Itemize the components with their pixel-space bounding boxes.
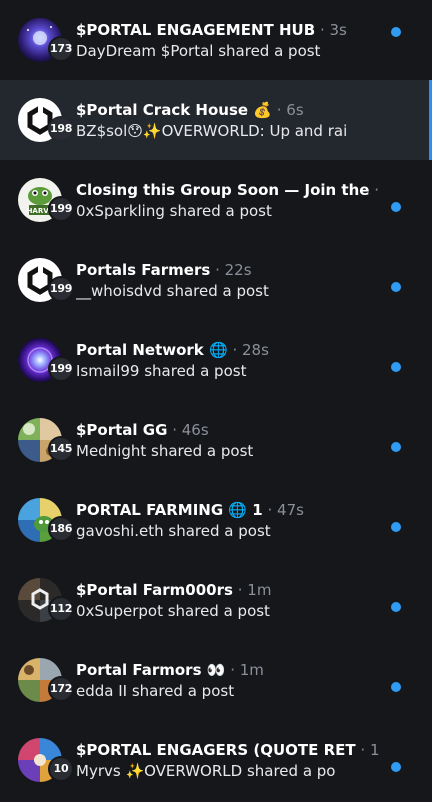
chat-row[interactable]: 172 Portal Farmors 👀 · 1m edda II shared… bbox=[0, 640, 432, 720]
chat-title: $PORTAL ENGAGEMENT HUB bbox=[76, 21, 316, 39]
timestamp: 1m bbox=[239, 661, 264, 679]
chat-title: Portal Farmors 👀 bbox=[76, 661, 226, 679]
chat-title: $Portal Crack House 💰 bbox=[76, 101, 272, 119]
timestamp: 46s bbox=[181, 421, 209, 439]
last-message: edda II shared a post bbox=[76, 682, 235, 700]
chat-row[interactable]: 198 $Portal Crack House 💰 · 6s BZ$sol😯✨O… bbox=[0, 80, 432, 160]
chat-title-line: Portals Farmers · 22s bbox=[76, 260, 380, 280]
unread-dot bbox=[391, 762, 401, 772]
chat-title-line: $Portal Crack House 💰 · 6s bbox=[76, 100, 380, 120]
separator: · bbox=[237, 581, 248, 599]
last-message: BZ$sol😯✨OVERWORLD: Up and rai bbox=[76, 122, 348, 140]
unread-dot bbox=[391, 602, 401, 612]
member-count-badge: 199 bbox=[48, 276, 74, 302]
timestamp: 6s bbox=[286, 101, 304, 119]
chat-title-line: PORTAL FARMING 🌐 1 · 47s bbox=[76, 500, 380, 520]
separator: · bbox=[172, 421, 182, 439]
timestamp: 28s bbox=[242, 341, 269, 359]
chat-title-line: Closing this Group Soon — Join the · 6s bbox=[76, 180, 380, 200]
separator: · bbox=[374, 181, 380, 199]
unread-dot bbox=[391, 442, 401, 452]
member-count-badge: 199 bbox=[48, 196, 74, 222]
group-chat-list: 173 $PORTAL ENGAGEMENT HUB · 3s DayDream… bbox=[0, 0, 432, 802]
chat-title-line: Portal Network 🌐 · 28s bbox=[76, 340, 380, 360]
chat-title-line: Portal Farmors 👀 · 1m bbox=[76, 660, 380, 680]
chat-title-line: $Portal GG · 46s bbox=[76, 420, 380, 440]
chat-title-line: $PORTAL ENGAGERS (QUOTE RET · 1h bbox=[76, 740, 380, 760]
separator: · bbox=[360, 741, 370, 759]
chat-title: Portal Network 🌐 bbox=[76, 341, 228, 359]
chat-row[interactable]: 199 Portals Farmers · 22s __whoisdvd sha… bbox=[0, 240, 432, 320]
chat-row[interactable]: 186 PORTAL FARMING 🌐 1 · 47s gavoshi.eth… bbox=[0, 480, 432, 560]
chat-row[interactable]: 145 $Portal GG · 46s Mednight shared a p… bbox=[0, 400, 432, 480]
member-count-badge: 10 bbox=[48, 756, 74, 782]
unread-dot bbox=[391, 682, 401, 692]
chat-row[interactable]: 199 Portal Network 🌐 · 28s Ismail99 shar… bbox=[0, 320, 432, 400]
unread-dot bbox=[391, 202, 401, 212]
last-message: 0xSuperpot shared a post bbox=[76, 602, 270, 620]
chat-row[interactable]: 112 $Portal Farm000rs · 1m 0xSuperpot sh… bbox=[0, 560, 432, 640]
timestamp: 1m bbox=[247, 581, 272, 599]
last-message: 0xSparkling shared a post bbox=[76, 202, 272, 220]
unread-dot bbox=[391, 282, 401, 292]
member-count-badge: 145 bbox=[48, 436, 74, 462]
separator: · bbox=[232, 341, 243, 359]
member-count-badge: 199 bbox=[48, 356, 74, 382]
chat-title: $Portal Farm000rs bbox=[76, 581, 233, 599]
chat-title: Closing this Group Soon — Join the bbox=[76, 181, 370, 199]
separator: · bbox=[230, 661, 240, 679]
member-count-badge: 186 bbox=[48, 516, 74, 542]
last-message: DayDream $Portal shared a post bbox=[76, 42, 321, 60]
chat-row[interactable]: 173 $PORTAL ENGAGEMENT HUB · 3s DayDream… bbox=[0, 0, 432, 80]
last-message: gavoshi.eth shared a post bbox=[76, 522, 271, 540]
chat-title: $Portal GG bbox=[76, 421, 168, 439]
chat-title: Portals Farmers bbox=[76, 261, 211, 279]
member-count-badge: 172 bbox=[48, 676, 74, 702]
timestamp: 3s bbox=[329, 21, 347, 39]
last-message: __whoisdvd shared a post bbox=[76, 282, 269, 300]
last-message: Myrvs ✨OVERWORLD shared a po bbox=[76, 762, 336, 780]
chat-title: $PORTAL ENGAGERS (QUOTE RET bbox=[76, 741, 356, 759]
timestamp: 22s bbox=[224, 261, 252, 279]
timestamp: 1h bbox=[369, 741, 380, 759]
chat-row[interactable]: HARVE 199 Closing this Group Soon — Join… bbox=[0, 160, 432, 240]
member-count-badge: 198 bbox=[48, 116, 74, 142]
unread-dot bbox=[391, 27, 401, 37]
chat-title: PORTAL FARMING 🌐 1 bbox=[76, 501, 263, 519]
separator: · bbox=[276, 101, 287, 119]
last-message: Mednight shared a post bbox=[76, 442, 254, 460]
chat-title-line: $PORTAL ENGAGEMENT HUB · 3s bbox=[76, 20, 380, 40]
last-message: Ismail99 shared a post bbox=[76, 362, 247, 380]
member-count-badge: 112 bbox=[48, 596, 74, 622]
unread-dot bbox=[391, 362, 401, 372]
unread-dot bbox=[391, 522, 401, 532]
chat-title-line: $Portal Farm000rs · 1m bbox=[76, 580, 380, 600]
separator: · bbox=[267, 501, 278, 519]
timestamp: 47s bbox=[277, 501, 304, 519]
chat-row[interactable]: 10 $PORTAL ENGAGERS (QUOTE RET · 1h Myrv… bbox=[0, 720, 432, 800]
separator: · bbox=[215, 261, 225, 279]
member-count-badge: 173 bbox=[48, 36, 74, 62]
